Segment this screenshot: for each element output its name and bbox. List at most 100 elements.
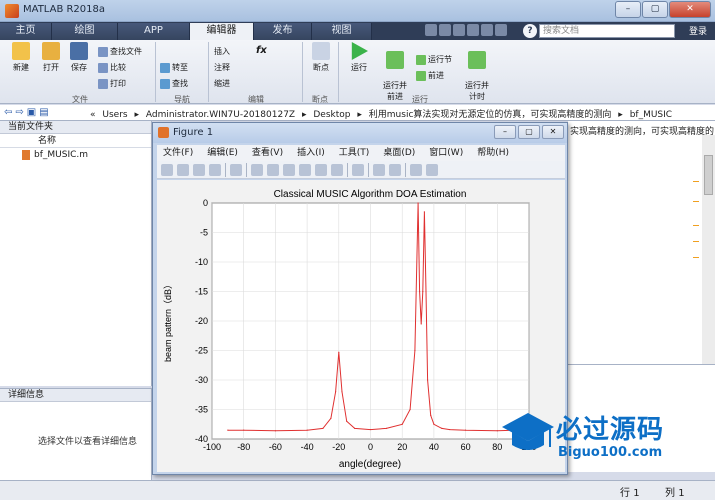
code-marker bbox=[693, 257, 699, 258]
y-axis-label: beam pattern（dB） bbox=[163, 280, 173, 362]
save-icon[interactable] bbox=[425, 24, 437, 36]
current-folder-title: 当前文件夹 bbox=[0, 121, 151, 134]
menu-tools[interactable]: 工具(T) bbox=[339, 145, 370, 161]
menu-desktop[interactable]: 桌面(D) bbox=[383, 145, 415, 161]
login-link[interactable]: 登录 bbox=[689, 24, 707, 37]
x-tick-label: -40 bbox=[301, 442, 314, 452]
run-advance-button[interactable]: 运行并 前进 bbox=[378, 42, 412, 102]
find-button[interactable]: 查找 bbox=[160, 78, 188, 89]
name-column-header[interactable]: 名称 bbox=[0, 134, 151, 148]
link-plot-icon[interactable] bbox=[352, 163, 364, 176]
tab-apps[interactable]: APP bbox=[118, 23, 190, 40]
run-icon bbox=[351, 42, 368, 60]
maximize-button[interactable]: ▢ bbox=[642, 1, 668, 18]
colorbar-icon[interactable] bbox=[373, 163, 385, 176]
data-point bbox=[346, 420, 348, 422]
toolbar-divider bbox=[246, 162, 247, 177]
pointer-icon[interactable] bbox=[230, 163, 242, 176]
function-button[interactable]: fx bbox=[256, 45, 267, 56]
figure-maximize-button[interactable]: ▢ bbox=[518, 125, 540, 139]
browse-folder-icon[interactable]: ▤ bbox=[39, 107, 48, 118]
advance-button[interactable]: 前进 bbox=[416, 70, 444, 81]
print-figure-icon[interactable] bbox=[209, 163, 221, 176]
editor-tab-text: 实现高精度的测向，可实现高精度的 bbox=[570, 127, 715, 137]
data-point bbox=[409, 408, 411, 411]
forward-icon[interactable]: ⇨ bbox=[15, 107, 23, 118]
new-button[interactable]: 新建 bbox=[6, 42, 36, 73]
menu-edit[interactable]: 编辑(E) bbox=[207, 145, 238, 161]
tab-editor[interactable]: 编辑器 bbox=[190, 23, 254, 40]
close-button[interactable]: ✕ bbox=[669, 1, 711, 18]
x-tick-label: 40 bbox=[429, 442, 439, 452]
indent-button[interactable]: 缩进 bbox=[214, 78, 230, 89]
show-plot-tools-icon[interactable] bbox=[426, 163, 438, 176]
run-time-button[interactable]: 运行并 计时 bbox=[460, 42, 494, 102]
x-tick-label: -60 bbox=[269, 442, 282, 452]
figure-title-bar: Figure 1 – ▢ ✕ bbox=[153, 123, 567, 143]
scrollbar[interactable] bbox=[702, 135, 715, 364]
undo-icon[interactable] bbox=[481, 24, 493, 36]
zoom-in-icon[interactable] bbox=[251, 163, 263, 176]
copy-icon[interactable] bbox=[453, 24, 465, 36]
figure-minimize-button[interactable]: – bbox=[494, 125, 516, 139]
tab-plots[interactable]: 绘图 bbox=[52, 23, 118, 40]
new-figure-icon[interactable] bbox=[161, 163, 173, 176]
compare-button[interactable]: 比较 bbox=[98, 62, 126, 73]
y-tick-label: -5 bbox=[200, 228, 208, 238]
print-button[interactable]: 打印 bbox=[98, 78, 126, 89]
advance-icon bbox=[416, 70, 426, 81]
tab-publish[interactable]: 发布 bbox=[254, 23, 312, 40]
insert-button[interactable]: 插入 bbox=[214, 46, 230, 57]
minimize-button[interactable]: – bbox=[615, 1, 641, 18]
hide-plot-tools-icon[interactable] bbox=[410, 163, 422, 176]
up-folder-icon[interactable]: ▣ bbox=[27, 107, 36, 118]
data-point bbox=[338, 351, 340, 353]
menu-insert[interactable]: 插入(I) bbox=[297, 145, 325, 161]
scrollbar-thumb[interactable] bbox=[704, 155, 713, 195]
data-point bbox=[426, 379, 429, 381]
paste-icon[interactable] bbox=[467, 24, 479, 36]
figure-close-button[interactable]: ✕ bbox=[542, 125, 564, 139]
redo-icon[interactable] bbox=[495, 24, 507, 36]
search-input[interactable]: 搜索文档 bbox=[539, 24, 675, 38]
open-file-icon[interactable] bbox=[177, 163, 189, 176]
code-marker bbox=[693, 225, 699, 226]
data-cursor-icon[interactable] bbox=[315, 163, 327, 176]
run-time-icon bbox=[468, 51, 486, 69]
y-tick-label: -10 bbox=[195, 257, 208, 267]
matlab-logo-icon bbox=[5, 4, 19, 18]
help-icon[interactable]: ? bbox=[523, 24, 537, 38]
figure-menu-bar: 文件(F) 编辑(E) 查看(V) 插入(I) 工具(T) 桌面(D) 窗口(W… bbox=[157, 145, 565, 161]
breakpoints-button[interactable]: 断点 bbox=[306, 42, 336, 73]
comment-button[interactable]: 注释 bbox=[214, 62, 230, 73]
open-button[interactable]: 打开 bbox=[36, 42, 66, 73]
tab-view[interactable]: 视图 bbox=[312, 23, 372, 40]
run-section-button[interactable]: 运行节 bbox=[416, 54, 452, 65]
x-tick-label: 0 bbox=[368, 442, 373, 452]
find-files-button[interactable]: 查找文件 bbox=[98, 46, 142, 57]
back-icon[interactable]: ⇦ bbox=[4, 107, 12, 118]
save-button[interactable]: 保存 bbox=[64, 42, 94, 73]
menu-window[interactable]: 窗口(W) bbox=[429, 145, 463, 161]
cut-icon[interactable] bbox=[439, 24, 451, 36]
menu-help[interactable]: 帮助(H) bbox=[477, 145, 509, 161]
x-tick-label: -20 bbox=[332, 442, 345, 452]
tab-home[interactable]: 主页 bbox=[0, 23, 52, 40]
rotate-icon[interactable] bbox=[299, 163, 311, 176]
breadcrumb[interactable]: « Users ▸ Administrator.WIN7U-20180127Z … bbox=[90, 107, 676, 120]
run-button[interactable]: 运行 bbox=[344, 42, 374, 73]
menu-file[interactable]: 文件(F) bbox=[163, 145, 193, 161]
list-item[interactable]: bf_MUSIC.m bbox=[0, 148, 151, 162]
zoom-out-icon[interactable] bbox=[267, 163, 279, 176]
figure-toolbar bbox=[157, 161, 565, 179]
brush-icon[interactable] bbox=[331, 163, 343, 176]
data-point bbox=[330, 417, 332, 419]
watermark-url: Biguo100.com bbox=[558, 445, 663, 460]
data-point bbox=[306, 429, 308, 431]
legend-icon[interactable] bbox=[389, 163, 401, 176]
pan-icon[interactable] bbox=[283, 163, 295, 176]
goto-button[interactable]: 转至 bbox=[160, 62, 188, 73]
save-figure-icon[interactable] bbox=[193, 163, 205, 176]
divider bbox=[302, 42, 303, 102]
menu-view[interactable]: 查看(V) bbox=[252, 145, 283, 161]
